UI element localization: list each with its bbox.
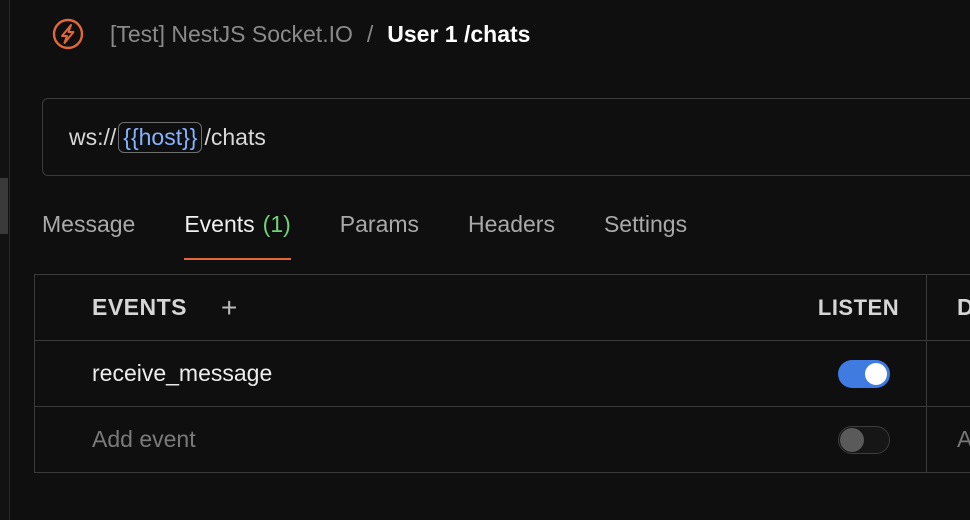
breadcrumb-request-name[interactable]: User 1 /chats bbox=[387, 21, 530, 48]
column-header-label: EVENTS bbox=[92, 294, 188, 320]
event-name: receive_message bbox=[92, 360, 273, 386]
request-tabs: Message Events (1) Params Headers Settin… bbox=[42, 208, 736, 260]
description-cell[interactable]: A bbox=[926, 407, 970, 472]
sidebar-resize-handle[interactable] bbox=[0, 178, 8, 234]
add-event-input[interactable]: Add event bbox=[92, 426, 196, 453]
breadcrumb-collection[interactable]: [Test] NestJS Socket.IO bbox=[110, 21, 353, 48]
breadcrumb: [Test] NestJS Socket.IO / User 1 /chats bbox=[52, 17, 530, 51]
table-row-new: Add event A bbox=[35, 407, 970, 473]
socketio-logo-icon bbox=[52, 18, 84, 50]
url-input[interactable]: ws:// {{host}} /chats bbox=[42, 98, 970, 176]
sidebar-edge bbox=[0, 0, 10, 520]
tab-label: Headers bbox=[468, 211, 555, 237]
add-event-cell[interactable]: Add event bbox=[35, 426, 791, 453]
column-header-listen: LISTEN bbox=[817, 294, 900, 320]
url-scheme: ws:// bbox=[69, 123, 117, 150]
tab-headers[interactable]: Headers bbox=[468, 208, 555, 259]
url-path: /chats bbox=[204, 123, 266, 150]
column-header-description: D bbox=[926, 275, 970, 340]
toggle-knob bbox=[864, 362, 887, 385]
tab-label: Events bbox=[184, 211, 255, 237]
column-header-events: EVENTS + bbox=[35, 293, 791, 322]
toggle-knob bbox=[839, 428, 864, 452]
tab-events[interactable]: Events (1) bbox=[184, 208, 292, 260]
tab-params[interactable]: Params bbox=[340, 208, 419, 259]
plus-icon[interactable]: + bbox=[221, 293, 238, 322]
breadcrumb-separator: / bbox=[366, 20, 374, 47]
tab-label: Params bbox=[339, 211, 420, 237]
listen-toggle[interactable] bbox=[837, 425, 890, 454]
websocket-request-view: [Test] NestJS Socket.IO / User 1 /chats … bbox=[0, 0, 970, 520]
url-variable-host[interactable]: {{host}} bbox=[118, 121, 203, 153]
tab-settings[interactable]: Settings bbox=[604, 208, 687, 259]
event-name-cell[interactable]: receive_message bbox=[35, 360, 791, 387]
tab-message[interactable]: Message bbox=[42, 208, 135, 259]
table-row: receive_message bbox=[35, 341, 970, 407]
listen-toggle[interactable] bbox=[837, 359, 890, 388]
description-cell[interactable] bbox=[926, 341, 970, 406]
events-table: EVENTS + LISTEN D receive_message Add ev… bbox=[34, 274, 970, 473]
tab-events-count: (1) bbox=[262, 211, 291, 237]
tab-label: Message bbox=[42, 211, 136, 237]
listen-cell bbox=[791, 407, 926, 472]
tab-label: Settings bbox=[603, 211, 688, 237]
table-header-row: EVENTS + LISTEN D bbox=[35, 275, 970, 341]
listen-cell bbox=[791, 341, 926, 406]
